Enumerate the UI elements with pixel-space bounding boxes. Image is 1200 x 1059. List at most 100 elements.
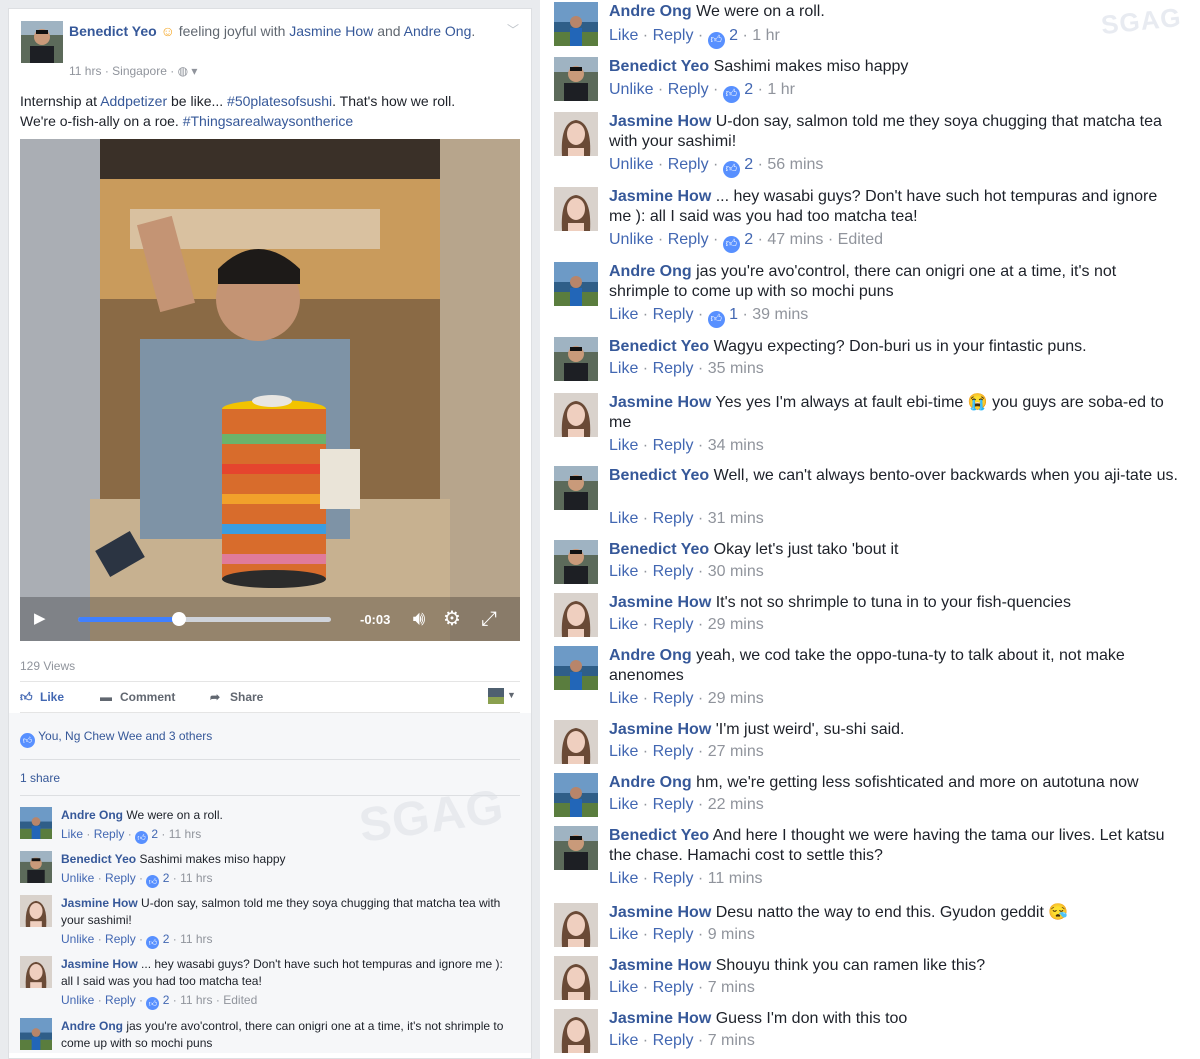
reply-link[interactable]: Reply: [668, 231, 709, 248]
reply-link[interactable]: Reply: [653, 796, 694, 813]
reply-link[interactable]: Reply: [653, 926, 694, 943]
comment-time[interactable]: 34 mins: [708, 437, 764, 454]
author-avatar[interactable]: [21, 21, 63, 63]
comment-time[interactable]: 47 mins: [767, 231, 823, 248]
commenter-avatar[interactable]: [20, 851, 52, 883]
commenter-name-link[interactable]: Benedict Yeo: [609, 58, 709, 75]
commenter-name-link[interactable]: Jasmine How: [61, 957, 138, 971]
comment-time[interactable]: 1 hr: [752, 27, 780, 44]
post-options-chevron-icon[interactable]: ﹀: [505, 21, 521, 37]
commenter-name-link[interactable]: Jasmine How: [61, 896, 138, 910]
reply-link[interactable]: Reply: [653, 306, 694, 323]
comment-time[interactable]: 1 hr: [767, 81, 795, 98]
shares-count[interactable]: 1 share: [20, 771, 60, 785]
reply-link[interactable]: Reply: [653, 979, 694, 996]
unlike-link[interactable]: Unlike: [609, 81, 653, 98]
play-icon[interactable]: ▶: [34, 611, 50, 627]
commenter-name-link[interactable]: Jasmine How: [609, 904, 711, 921]
commenter-name-link[interactable]: Benedict Yeo: [609, 827, 709, 844]
commenter-avatar[interactable]: [554, 112, 598, 156]
like-link[interactable]: Like: [609, 979, 638, 996]
comment-time[interactable]: 11 hrs: [180, 871, 212, 885]
like-link[interactable]: Like: [609, 1032, 638, 1049]
comment-time[interactable]: 29 mins: [708, 690, 764, 707]
tagged-friend-link[interactable]: Jasmine How: [289, 23, 373, 39]
post-time[interactable]: 11 hrs: [69, 64, 101, 78]
commenter-name-link[interactable]: Andre Ong: [61, 808, 123, 822]
commenter-avatar[interactable]: [554, 826, 598, 870]
commenter-avatar[interactable]: [554, 337, 598, 381]
commenter-avatar[interactable]: [554, 646, 598, 690]
comment-time[interactable]: 27 mins: [708, 743, 764, 760]
comment-time[interactable]: 30 mins: [708, 563, 764, 580]
commenter-avatar[interactable]: [554, 956, 598, 1000]
like-link[interactable]: Like: [609, 27, 638, 44]
unlike-link[interactable]: Unlike: [61, 993, 94, 1007]
commenter-name-link[interactable]: Andre Ong: [609, 3, 692, 20]
commenter-name-link[interactable]: Andre Ong: [609, 263, 692, 280]
like-link[interactable]: Like: [609, 437, 638, 454]
video-scrub-handle[interactable]: [172, 612, 187, 626]
commenter-avatar[interactable]: [554, 262, 598, 306]
comment-time[interactable]: 31 mins: [708, 510, 764, 527]
fullscreen-expand-icon[interactable]: ⤢: [477, 607, 501, 631]
like-count[interactable]: 2: [744, 231, 753, 248]
commenter-avatar[interactable]: [554, 773, 598, 817]
like-link[interactable]: Like: [609, 616, 638, 633]
comment-time[interactable]: 35 mins: [708, 360, 764, 377]
unlike-link[interactable]: Unlike: [61, 871, 94, 885]
reply-link[interactable]: Reply: [105, 993, 136, 1007]
commenter-avatar[interactable]: [554, 540, 598, 584]
comment-time[interactable]: 29 mins: [708, 616, 764, 633]
commenter-name-link[interactable]: Benedict Yeo: [61, 852, 136, 866]
commenter-avatar[interactable]: [20, 807, 52, 839]
like-count[interactable]: 1: [729, 306, 738, 323]
reply-link[interactable]: Reply: [668, 81, 709, 98]
commenter-avatar[interactable]: [554, 2, 598, 46]
like-link[interactable]: Like: [609, 743, 638, 760]
commenter-name-link[interactable]: Jasmine How: [609, 594, 711, 611]
globe-icon[interactable]: ◍: [178, 64, 188, 78]
comment-time[interactable]: 39 mins: [752, 306, 808, 323]
comment-time[interactable]: 7 mins: [708, 979, 755, 996]
reply-link[interactable]: Reply: [653, 563, 694, 580]
unlike-link[interactable]: Unlike: [61, 932, 94, 946]
comment-time[interactable]: 9 mins: [708, 926, 755, 943]
commenter-avatar[interactable]: [554, 466, 598, 510]
commenter-avatar[interactable]: [554, 720, 598, 764]
hashtag-link[interactable]: #Thingsarealwaysontherice: [183, 113, 353, 129]
commenter-avatar[interactable]: [554, 903, 598, 947]
commenter-name-link[interactable]: Jasmine How: [609, 188, 711, 205]
reactions-summary[interactable]: 👍︎ You, Ng Chew Wee and 3 others: [20, 729, 212, 748]
reply-link[interactable]: Reply: [653, 27, 694, 44]
commenter-name-link[interactable]: Andre Ong: [609, 647, 692, 664]
commenter-name-link[interactable]: Jasmine How: [609, 394, 711, 411]
like-link[interactable]: Like: [61, 827, 83, 841]
like-link[interactable]: Like: [609, 690, 638, 707]
post-as-selector[interactable]: ▼: [488, 688, 516, 706]
settings-gear-icon[interactable]: ⚙: [440, 607, 464, 631]
commenter-name-link[interactable]: Jasmine How: [609, 1010, 711, 1027]
post-author-link[interactable]: Benedict Yeo: [69, 23, 157, 39]
commenter-name-link[interactable]: Jasmine How: [609, 113, 711, 130]
reply-link[interactable]: Reply: [653, 616, 694, 633]
commenter-name-link[interactable]: Jasmine How: [609, 957, 711, 974]
commenter-avatar[interactable]: [20, 956, 52, 988]
edited-label[interactable]: Edited: [223, 993, 257, 1007]
audience-caret-icon[interactable]: ▾: [191, 64, 197, 78]
reply-link[interactable]: Reply: [653, 510, 694, 527]
reply-link[interactable]: Reply: [653, 1032, 694, 1049]
commenter-name-link[interactable]: Benedict Yeo: [609, 467, 709, 484]
like-link[interactable]: Like: [609, 510, 638, 527]
commenter-name-link[interactable]: Jasmine How: [609, 721, 711, 738]
reply-link[interactable]: Reply: [653, 743, 694, 760]
unlike-link[interactable]: Unlike: [609, 156, 653, 173]
comment-time[interactable]: 11 mins: [708, 870, 763, 887]
share-button[interactable]: ➦ Share: [210, 690, 263, 704]
comment-time[interactable]: 11 hrs: [169, 827, 201, 841]
reply-link[interactable]: Reply: [668, 156, 709, 173]
reply-link[interactable]: Reply: [105, 932, 136, 946]
like-count[interactable]: 2: [744, 156, 753, 173]
commenter-name-link[interactable]: Andre Ong: [609, 774, 692, 791]
like-link[interactable]: Like: [609, 360, 638, 377]
